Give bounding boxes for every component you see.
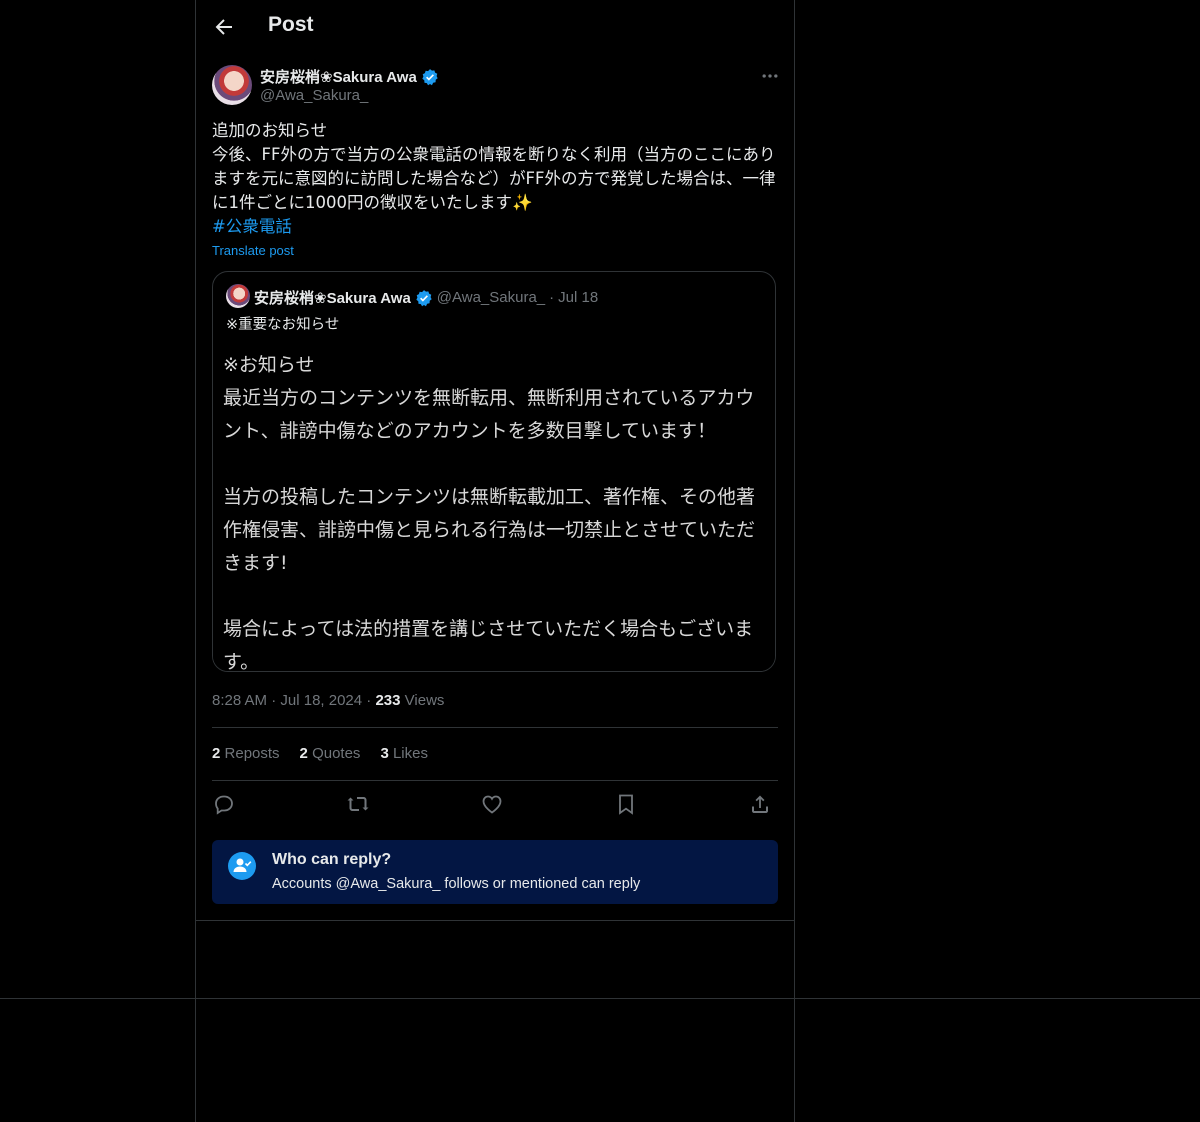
repost-icon[interactable] — [346, 792, 370, 816]
heart-icon[interactable] — [480, 792, 504, 816]
quoted-image[interactable]: ※お知らせ 最近当方のコンテンツを無断転用、無断利用されているアカウント、誹謗中… — [213, 340, 775, 671]
verified-badge-icon — [422, 68, 438, 85]
page-title: Post — [268, 13, 314, 36]
likes-stat[interactable]: 3 Likes — [380, 745, 428, 762]
quotes-stat[interactable]: 2 Quotes — [300, 745, 361, 762]
post-header: Post — [196, 0, 794, 54]
quoted-date: Jul 18 — [558, 289, 599, 306]
post-date[interactable]: Jul 18, 2024 — [280, 692, 362, 709]
divider — [212, 727, 778, 728]
author-name[interactable]: 安房桜梢❀Sakura Awa — [260, 66, 439, 87]
quoted-text: ※重要なお知らせ — [226, 317, 340, 333]
quoted-image-text: ※お知らせ 最近当方のコンテンツを無断転用、無断利用されているアカウント、誹謗中… — [223, 354, 756, 671]
quoted-header: 安房桜梢❀Sakura Awa @Awa_Sakura_ · Jul 18 — [254, 287, 598, 308]
reply-icon[interactable] — [212, 792, 236, 816]
quoted-display-name: 安房桜梢❀Sakura Awa — [254, 290, 411, 307]
translate-post-link[interactable]: Translate post — [212, 243, 294, 258]
quoted-avatar — [226, 284, 250, 308]
post-text: 追加のお知らせ 今後、FF外の方で当方の公衆電話の情報を断りなく利用（当方のここ… — [212, 121, 776, 212]
post-time[interactable]: 8:28 AM — [212, 692, 267, 709]
views-label: Views — [404, 692, 445, 709]
arrow-left-icon[interactable] — [212, 15, 236, 39]
separator-dot: · — [549, 289, 555, 306]
column-border — [195, 920, 196, 1122]
engagement-stats: 2 Reposts 2 Quotes 3 Likes — [212, 745, 428, 762]
author-handle[interactable]: @Awa_Sakura_ — [260, 87, 368, 104]
horizontal-divider — [0, 998, 1200, 999]
bookmark-icon[interactable] — [614, 792, 638, 816]
user-check-icon — [228, 852, 256, 880]
avatar[interactable] — [212, 65, 252, 105]
action-bar — [212, 792, 778, 816]
quoted-post[interactable]: 安房桜梢❀Sakura Awa @Awa_Sakura_ · Jul 18 ※重… — [212, 271, 776, 672]
hashtag-link[interactable]: #公衆電話 — [212, 215, 292, 239]
verified-badge-icon — [416, 289, 432, 306]
reposts-stat[interactable]: 2 Reposts — [212, 745, 280, 762]
author-display-name[interactable]: 安房桜梢❀Sakura Awa — [260, 66, 417, 87]
who-can-reply-title: Who can reply? — [272, 851, 392, 868]
divider — [212, 780, 778, 781]
views-count: 233 — [375, 692, 401, 709]
who-can-reply-notice: Who can reply? Accounts @Awa_Sakura_ fol… — [212, 840, 778, 904]
share-icon[interactable] — [748, 792, 772, 816]
who-can-reply-body: Accounts @Awa_Sakura_ follows or mention… — [272, 876, 641, 892]
quoted-handle: @Awa_Sakura_ — [436, 289, 546, 306]
post-meta: 8:28 AM · Jul 18, 2024 · 233 Views — [212, 692, 445, 709]
column-border — [794, 920, 795, 1122]
post-column: Post 安房桜梢❀Sakura Awa @Awa_Sakura_ 追加のお知ら… — [195, 0, 795, 921]
more-horizontal-icon[interactable] — [760, 66, 780, 86]
